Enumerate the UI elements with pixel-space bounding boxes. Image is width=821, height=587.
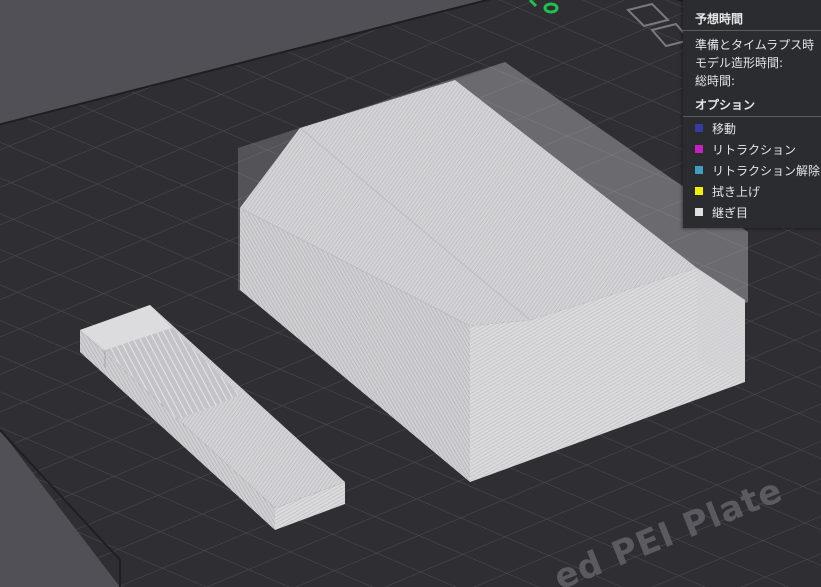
retraction-swatch: [695, 145, 703, 153]
wipe-swatch: [695, 187, 703, 195]
option-label: リトラクション: [712, 143, 797, 157]
option-label: 拭き上げ: [712, 185, 761, 199]
deretraction-swatch: [695, 166, 703, 174]
legend-panel: 予想時間 準備とタイムラプス時 モデル造形時間: 総時間: オプション 移動 リ…: [683, 0, 821, 228]
seams-swatch: [695, 208, 703, 216]
option-seams[interactable]: 継ぎ目: [683, 203, 821, 224]
travel-swatch: [695, 124, 703, 132]
option-label: リトラクション解除: [712, 164, 821, 178]
option-travel[interactable]: 移動: [683, 119, 821, 140]
model-print-time-row: モデル造形時間:: [695, 56, 784, 70]
option-wipe[interactable]: 拭き上げ: [683, 182, 821, 203]
total-time-row: 総時間:: [695, 74, 736, 88]
option-deretraction[interactable]: リトラクション解除: [683, 161, 821, 182]
options-title: オプション: [695, 98, 756, 112]
prepare-time-row: 準備とタイムラプス時: [695, 38, 815, 52]
option-retraction[interactable]: リトラクション: [683, 140, 821, 161]
option-label: 移動: [712, 122, 737, 136]
option-label: 継ぎ目: [712, 206, 749, 220]
estimated-time-title: 予想時間: [695, 12, 744, 26]
